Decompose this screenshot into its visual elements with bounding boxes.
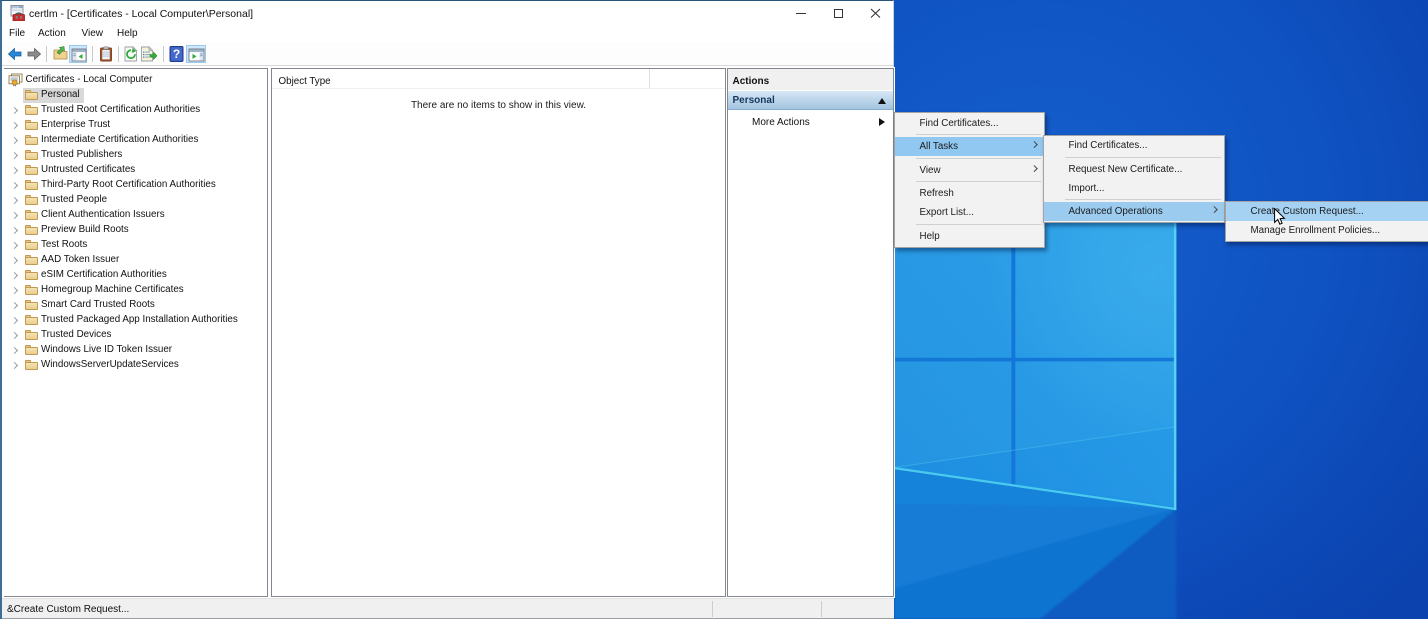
- svg-text:?: ?: [173, 47, 180, 61]
